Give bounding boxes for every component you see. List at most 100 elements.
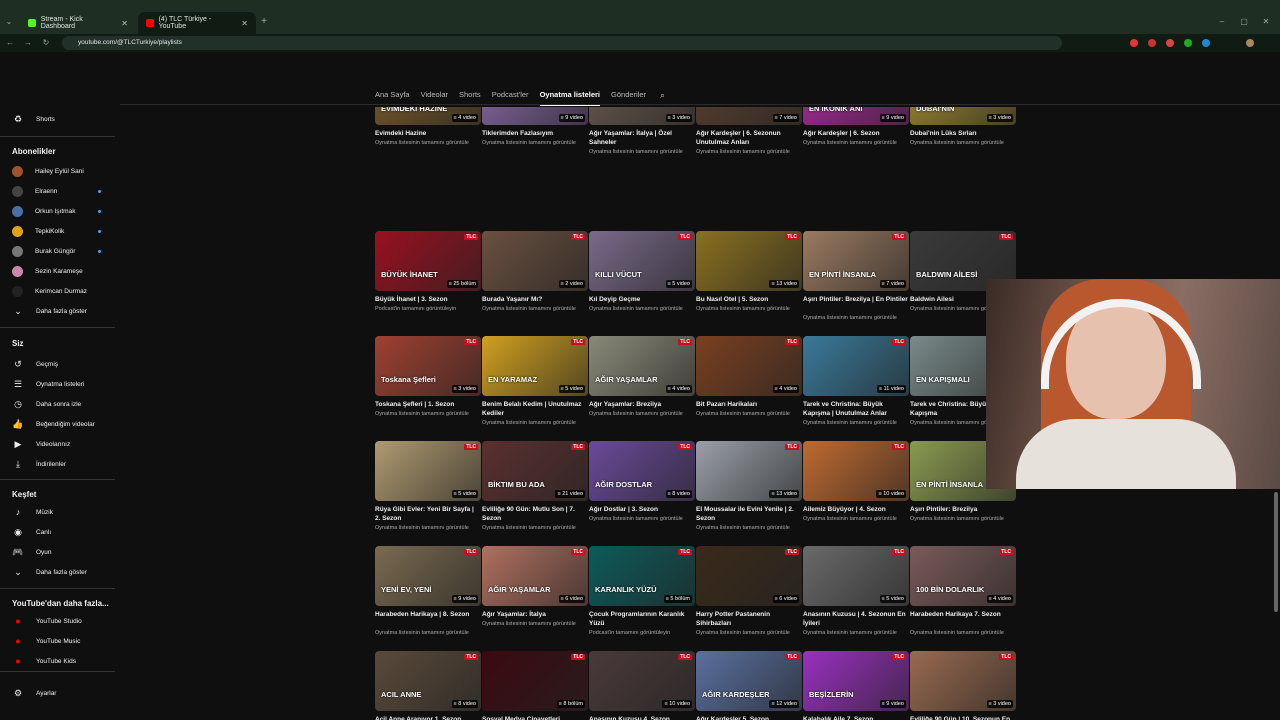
tab-5[interactable]: Gönderiler: [611, 88, 646, 102]
playlist-thumbnail[interactable]: TLC BEŞİZLERİN ≡ 9 video: [803, 651, 909, 711]
playlist-card[interactable]: TLCDUBAİ'NİN≡ 3 video Dubai'nin Lüks Sırl…: [910, 107, 1016, 165]
reload-icon[interactable]: ↻: [40, 34, 52, 52]
playlist-card[interactable]: TLC≡ 10 videoAnasının Kuzusu 4. SezonOyn…: [589, 651, 695, 720]
playlist-card[interactable]: TLCEN İKONİK ANI≡ 9 video Ağır Kardeşler …: [803, 107, 909, 165]
playlist-title[interactable]: Harry Potter Pastanenin Sihirbazları: [696, 610, 802, 628]
playlist-title[interactable]: Kalabalık Aile 7. Sezon: [803, 715, 909, 720]
extension-icon[interactable]: [1130, 39, 1138, 47]
playlist-card[interactable]: TLC AĞIR YAŞAMLAR ≡ 4 video Ağır Yaşamlar: …: [589, 336, 695, 436]
playlist-card[interactable]: TLC AĞIR YAŞAMLAR ≡ 6 video Ağır Yaşamlar: …: [482, 546, 588, 646]
channel-search-icon[interactable]: ⌕: [660, 88, 665, 102]
playlist-title[interactable]: Büyük İhanet | 3. Sezon: [375, 295, 481, 304]
playlist-title[interactable]: Acil Anne Aranıyor 1. Sezon: [375, 715, 481, 720]
maximize-icon[interactable]: ▢: [1238, 12, 1250, 32]
tab-1[interactable]: Videolar: [421, 88, 448, 102]
playlist-title[interactable]: Aşırı Pintiler: Brezilya: [910, 505, 1016, 514]
view-full-playlist-link[interactable]: Oynatma listesinin tamamını görüntüle: [910, 516, 1016, 522]
view-full-playlist-link[interactable]: Oynatma listesinin tamamını görüntüle: [589, 411, 695, 417]
playlist-thumbnail[interactable]: TLC≡ 9 video: [482, 107, 588, 125]
tab-3[interactable]: Podcast'ler: [492, 88, 529, 102]
playlist-thumbnail[interactable]: TLC ≡ 3 video: [910, 651, 1016, 711]
view-full-playlist-link[interactable]: Oynatma listesinin tamamını görüntüle: [482, 306, 588, 312]
forward-icon[interactable]: →: [22, 34, 34, 52]
playlist-thumbnail[interactable]: TLCDUBAİ'NİN≡ 3 video: [910, 107, 1016, 125]
playlist-card[interactable]: TLC ≡ 4 video Bit Pazarı Harikaları Oynatma…: [696, 336, 802, 436]
playlist-thumbnail[interactable]: TLC ≡ 10 video: [589, 651, 695, 711]
back-icon[interactable]: ←: [4, 34, 16, 52]
playlist-thumbnail[interactable]: TLC EN YARAMAZ ≡ 5 video: [482, 336, 588, 396]
playlist-card[interactable]: TLC EN PİNTİ İNSANLA ≡ 7 video Aşırı Pintil…: [803, 231, 909, 331]
extension-icon[interactable]: [1166, 39, 1174, 47]
extension-icon[interactable]: [1148, 39, 1156, 47]
playlist-thumbnail[interactable]: TLC EN PİNTİ İNSANLA ≡ 7 video: [803, 231, 909, 291]
new-tab-icon[interactable]: +: [258, 12, 270, 32]
sidebar-item[interactable]: ⌂ Ana Sayfa: [0, 89, 115, 109]
extension-icon[interactable]: [1184, 39, 1192, 47]
extension-icon[interactable]: [1202, 39, 1210, 47]
playlist-card[interactable]: TLC ≡ 13 video Bu Nasıl Otel | 5. Sezon Oyn…: [696, 231, 802, 331]
playlist-card[interactable]: TLC AĞIR DOSTLAR ≡ 8 video Ağır Dostlar | 3…: [589, 441, 695, 541]
playlist-thumbnail[interactable]: TLC ≡ 13 video: [696, 231, 802, 291]
minimize-icon[interactable]: –: [1216, 12, 1228, 32]
view-full-playlist-link[interactable]: Oynatma listesinin tamamını görüntüle: [589, 516, 695, 522]
view-full-playlist-link[interactable]: Oynatma listesinin tamamını görüntüle: [803, 420, 909, 426]
playlist-title[interactable]: Harabeden Harikaya 7. Sezon: [910, 610, 1016, 619]
playlist-title[interactable]: Harabeden Harikaya | 8. Sezon: [375, 610, 481, 619]
playlist-title[interactable]: Ağır Yaşamlar: İtalya | Özel Sahneler: [589, 129, 695, 147]
playlist-card[interactable]: TLC YENİ EV, YENİ ≡ 9 video Harabeden Harik…: [375, 546, 481, 646]
playlist-thumbnail[interactable]: TLC Toskana Şefleri ≡ 3 video: [375, 336, 481, 396]
close-tab-icon[interactable]: ✕: [121, 19, 128, 28]
playlist-title[interactable]: Evliliğe 90 Gün | 10. Sezonun En İyi Anl…: [910, 715, 1016, 720]
playlist-card[interactable]: TLC ≡ 11 video Tarek ve Christina: Büyük K…: [803, 336, 909, 436]
playlist-card[interactable]: TLC≡ 7 video Ağır Kardeşler | 6. Sezonun …: [696, 107, 802, 165]
playlist-title[interactable]: Dubai'nin Lüks Sırları: [910, 129, 1016, 138]
playlist-title[interactable]: Evimdeki Hazine: [375, 129, 481, 138]
playlist-card[interactable]: TLC BEŞİZLERİN ≡ 9 video Kalabalık Aile 7. …: [803, 651, 909, 720]
view-full-playlist-link[interactable]: Oynatma listesinin tamamını görüntüle: [803, 140, 909, 146]
playlist-title[interactable]: Anasının Kuzusu 4. Sezon: [589, 715, 695, 720]
browser-tab-youtube[interactable]: (4) TLC Türkiye - YouTube ✕: [138, 12, 256, 34]
menu-icon[interactable]: [12, 64, 23, 73]
view-full-playlist-link[interactable]: Podcast'in tamamını görüntüleyin: [375, 306, 481, 312]
playlist-thumbnail[interactable]: TLC AĞIR YAŞAMLAR ≡ 4 video: [589, 336, 695, 396]
view-full-playlist-link[interactable]: Oynatma listesinin tamamını görüntüle: [803, 630, 909, 636]
browser-tab-kick[interactable]: Stream - Kick Dashboard ✕: [20, 12, 136, 34]
view-full-playlist-link[interactable]: Oynatma listesinin tamamını görüntüle: [375, 630, 481, 636]
view-full-playlist-link[interactable]: Oynatma listesinin tamamını görüntüle: [803, 516, 909, 522]
playlist-thumbnail[interactable]: TLC ≡ 6 video: [696, 546, 802, 606]
playlist-thumbnail[interactable]: TLC ≡ 10 video: [803, 441, 909, 501]
playlist-title[interactable]: Ağır Kardeşler | 6. Sezonun Unutulmaz An…: [696, 129, 802, 147]
account-avatar[interactable]: [1241, 61, 1257, 77]
playlist-thumbnail[interactable]: TLC ≡ 8 bölüm: [482, 651, 588, 711]
voice-search-icon[interactable]: 🎙: [785, 59, 805, 79]
playlist-title[interactable]: Ağır Kardeşler | 6. Sezon: [803, 129, 909, 138]
playlist-thumbnail[interactable]: TLC BİKTIM BU ADA ≡ 21 video: [482, 441, 588, 501]
playlist-card[interactable]: TLCEVİMDEKİ HAZİNE≡ 4 video Evimdeki Hazi…: [375, 107, 481, 165]
playlist-title[interactable]: Ağır Kardeşler 5. Sezon: [696, 715, 802, 720]
view-full-playlist-link[interactable]: Oynatma listesinin tamamını görüntüle: [910, 140, 1016, 146]
search-button[interactable]: ⌕: [745, 59, 777, 79]
playlist-card[interactable]: TLC ≡ 3 video Evliliğe 90 Gün | 10. Sezonu…: [910, 651, 1016, 720]
playlist-card[interactable]: TLC Toskana Şefleri ≡ 3 video Toskana Şefle…: [375, 336, 481, 436]
playlist-card[interactable]: TLC EN YARAMAZ ≡ 5 video Benim Belalı Kedim…: [482, 336, 588, 436]
playlist-title[interactable]: Aşırı Pintiler: Brezilya | En Pintiler: [803, 295, 909, 304]
playlist-thumbnail[interactable]: TLC ≡ 5 video: [375, 441, 481, 501]
view-full-playlist-link[interactable]: Oynatma listesinin tamamını görüntüle: [482, 525, 588, 531]
playlist-thumbnail[interactable]: TLCEN İKONİK ANI≡ 9 video: [803, 107, 909, 125]
view-full-playlist-link[interactable]: Oynatma listesinin tamamını görüntüle: [696, 411, 802, 417]
view-full-playlist-link[interactable]: Oynatma listesinin tamamını görüntüle: [803, 315, 909, 321]
view-full-playlist-link[interactable]: Oynatma listesinin tamamını görüntüle: [375, 525, 481, 531]
playlist-card[interactable]: TLC ≡ 5 video Rüya Gibi Evler: Yeni Bir Sa…: [375, 441, 481, 541]
playlist-title[interactable]: Bu Nasıl Otel | 5. Sezon: [696, 295, 802, 304]
youtube-logo[interactable]: Premium TR: [36, 62, 105, 73]
view-full-playlist-link[interactable]: Oynatma listesinin tamamını görüntüle: [375, 411, 481, 417]
profile-avatar-icon[interactable]: [1246, 39, 1254, 47]
tab-0[interactable]: Ana Sayfa: [375, 88, 410, 102]
playlist-card[interactable]: TLC≡ 9 video Tiklerimden Fazlasıyım Oynatm…: [482, 107, 588, 165]
playlist-card[interactable]: TLC AĞIR KARDEŞLER ≡ 12 video Ağır Kardeşle…: [696, 651, 802, 720]
playlist-thumbnail[interactable]: TLC≡ 7 video: [696, 107, 802, 125]
playlist-thumbnail[interactable]: TLC ≡ 4 video: [696, 336, 802, 396]
playlist-thumbnail[interactable]: TLC KILLI VÜCUT ≡ 5 video: [589, 231, 695, 291]
view-full-playlist-link[interactable]: Oynatma listesinin tamamını görüntüle: [482, 420, 588, 426]
playlist-card[interactable]: TLC BÜYÜK İHANET ≡ 25 bölüm Büyük İhanet | …: [375, 231, 481, 331]
